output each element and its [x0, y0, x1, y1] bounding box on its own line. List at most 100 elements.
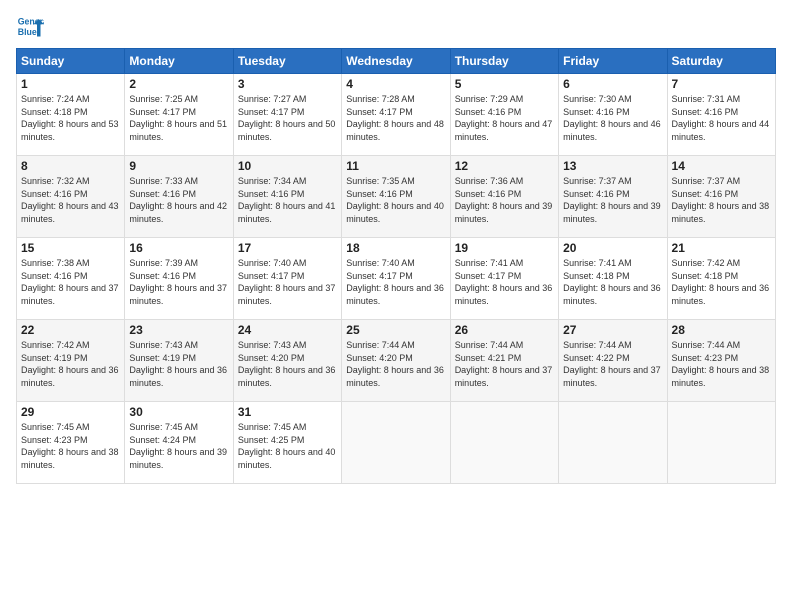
week-row-4: 22 Sunrise: 7:42 AMSunset: 4:19 PMDayligh…: [17, 320, 776, 402]
calendar-cell: 6 Sunrise: 7:30 AMSunset: 4:16 PMDaylight…: [559, 74, 667, 156]
calendar-cell: 29 Sunrise: 7:45 AMSunset: 4:23 PMDayligh…: [17, 402, 125, 484]
day-number: 23: [129, 323, 228, 337]
day-info: Sunrise: 7:37 AMSunset: 4:16 PMDaylight:…: [563, 175, 662, 225]
day-info: Sunrise: 7:42 AMSunset: 4:18 PMDaylight:…: [672, 257, 771, 307]
day-info: Sunrise: 7:38 AMSunset: 4:16 PMDaylight:…: [21, 257, 120, 307]
day-info: Sunrise: 7:33 AMSunset: 4:16 PMDaylight:…: [129, 175, 228, 225]
day-number: 26: [455, 323, 554, 337]
day-info: Sunrise: 7:45 AMSunset: 4:25 PMDaylight:…: [238, 421, 337, 471]
day-number: 7: [672, 77, 771, 91]
calendar-cell: 15 Sunrise: 7:38 AMSunset: 4:16 PMDayligh…: [17, 238, 125, 320]
day-info: Sunrise: 7:35 AMSunset: 4:16 PMDaylight:…: [346, 175, 445, 225]
day-info: Sunrise: 7:40 AMSunset: 4:17 PMDaylight:…: [238, 257, 337, 307]
calendar-cell: 20Sunrise: 7:41 AMSunset: 4:18 PMDayligh…: [559, 238, 667, 320]
day-number: 14: [672, 159, 771, 173]
day-number: 10: [238, 159, 337, 173]
week-row-1: 1 Sunrise: 7:24 AMSunset: 4:18 PMDaylight…: [17, 74, 776, 156]
week-row-3: 15 Sunrise: 7:38 AMSunset: 4:16 PMDayligh…: [17, 238, 776, 320]
day-number: 18: [346, 241, 445, 255]
day-number: 16: [129, 241, 228, 255]
calendar-cell: 1 Sunrise: 7:24 AMSunset: 4:18 PMDaylight…: [17, 74, 125, 156]
calendar-cell: 8 Sunrise: 7:32 AMSunset: 4:16 PMDaylight…: [17, 156, 125, 238]
calendar-cell: [667, 402, 775, 484]
day-info: Sunrise: 7:44 AMSunset: 4:22 PMDaylight:…: [563, 339, 662, 389]
day-info: Sunrise: 7:34 AMSunset: 4:16 PMDaylight:…: [238, 175, 337, 225]
calendar-cell: [559, 402, 667, 484]
calendar-body: 1 Sunrise: 7:24 AMSunset: 4:18 PMDaylight…: [17, 74, 776, 484]
day-number: 2: [129, 77, 228, 91]
day-number: 31: [238, 405, 337, 419]
weekday-header-tuesday: Tuesday: [233, 49, 341, 74]
week-row-2: 8 Sunrise: 7:32 AMSunset: 4:16 PMDaylight…: [17, 156, 776, 238]
day-number: 6: [563, 77, 662, 91]
logo-icon: General Blue: [16, 12, 44, 40]
day-info: Sunrise: 7:45 AMSunset: 4:24 PMDaylight:…: [129, 421, 228, 471]
day-info: Sunrise: 7:27 AMSunset: 4:17 PMDaylight:…: [238, 93, 337, 143]
calendar-cell: 19 Sunrise: 7:41 AMSunset: 4:17 PMDayligh…: [450, 238, 558, 320]
calendar-cell: 26 Sunrise: 7:44 AMSunset: 4:21 PMDayligh…: [450, 320, 558, 402]
calendar-cell: 24Sunrise: 7:43 AMSunset: 4:20 PMDayligh…: [233, 320, 341, 402]
calendar-cell: 12Sunrise: 7:36 AMSunset: 4:16 PMDayligh…: [450, 156, 558, 238]
calendar-cell: 23Sunrise: 7:43 AMSunset: 4:19 PMDayligh…: [125, 320, 233, 402]
day-number: 13: [563, 159, 662, 173]
day-info: Sunrise: 7:40 AMSunset: 4:17 PMDaylight:…: [346, 257, 445, 307]
day-info: Sunrise: 7:32 AMSunset: 4:16 PMDaylight:…: [21, 175, 120, 225]
weekday-header-saturday: Saturday: [667, 49, 775, 74]
calendar-cell: 11 Sunrise: 7:35 AMSunset: 4:16 PMDayligh…: [342, 156, 450, 238]
calendar-cell: 18 Sunrise: 7:40 AMSunset: 4:17 PMDayligh…: [342, 238, 450, 320]
day-number: 19: [455, 241, 554, 255]
day-info: Sunrise: 7:45 AMSunset: 4:23 PMDaylight:…: [21, 421, 120, 471]
day-number: 11: [346, 159, 445, 173]
day-number: 24: [238, 323, 337, 337]
day-number: 21: [672, 241, 771, 255]
day-number: 30: [129, 405, 228, 419]
calendar-cell: 21 Sunrise: 7:42 AMSunset: 4:18 PMDayligh…: [667, 238, 775, 320]
day-info: Sunrise: 7:44 AMSunset: 4:23 PMDaylight:…: [672, 339, 771, 389]
calendar-cell: 27 Sunrise: 7:44 AMSunset: 4:22 PMDayligh…: [559, 320, 667, 402]
day-number: 15: [21, 241, 120, 255]
logo: General Blue: [16, 12, 44, 40]
day-number: 29: [21, 405, 120, 419]
day-info: Sunrise: 7:36 AMSunset: 4:16 PMDaylight:…: [455, 175, 554, 225]
day-number: 8: [21, 159, 120, 173]
calendar-cell: 28 Sunrise: 7:44 AMSunset: 4:23 PMDayligh…: [667, 320, 775, 402]
calendar-cell: 16Sunrise: 7:39 AMSunset: 4:16 PMDayligh…: [125, 238, 233, 320]
day-info: Sunrise: 7:28 AMSunset: 4:17 PMDaylight:…: [346, 93, 445, 143]
weekday-header-sunday: Sunday: [17, 49, 125, 74]
day-number: 28: [672, 323, 771, 337]
day-info: Sunrise: 7:24 AMSunset: 4:18 PMDaylight:…: [21, 93, 120, 143]
calendar-cell: 9Sunrise: 7:33 AMSunset: 4:16 PMDaylight…: [125, 156, 233, 238]
day-info: Sunrise: 7:44 AMSunset: 4:20 PMDaylight:…: [346, 339, 445, 389]
day-number: 3: [238, 77, 337, 91]
weekday-header-friday: Friday: [559, 49, 667, 74]
day-info: Sunrise: 7:42 AMSunset: 4:19 PMDaylight:…: [21, 339, 120, 389]
day-number: 17: [238, 241, 337, 255]
day-info: Sunrise: 7:41 AMSunset: 4:17 PMDaylight:…: [455, 257, 554, 307]
day-info: Sunrise: 7:31 AMSunset: 4:16 PMDaylight:…: [672, 93, 771, 143]
calendar-cell: 3 Sunrise: 7:27 AMSunset: 4:17 PMDaylight…: [233, 74, 341, 156]
weekday-header-wednesday: Wednesday: [342, 49, 450, 74]
day-number: 1: [21, 77, 120, 91]
header: General Blue: [16, 12, 776, 40]
day-number: 25: [346, 323, 445, 337]
day-info: Sunrise: 7:25 AMSunset: 4:17 PMDaylight:…: [129, 93, 228, 143]
week-row-5: 29 Sunrise: 7:45 AMSunset: 4:23 PMDayligh…: [17, 402, 776, 484]
day-number: 22: [21, 323, 120, 337]
day-number: 4: [346, 77, 445, 91]
day-info: Sunrise: 7:37 AMSunset: 4:16 PMDaylight:…: [672, 175, 771, 225]
calendar-cell: 13 Sunrise: 7:37 AMSunset: 4:16 PMDayligh…: [559, 156, 667, 238]
calendar-cell: 14 Sunrise: 7:37 AMSunset: 4:16 PMDayligh…: [667, 156, 775, 238]
calendar-cell: 10 Sunrise: 7:34 AMSunset: 4:16 PMDayligh…: [233, 156, 341, 238]
day-info: Sunrise: 7:44 AMSunset: 4:21 PMDaylight:…: [455, 339, 554, 389]
day-number: 27: [563, 323, 662, 337]
day-info: Sunrise: 7:29 AMSunset: 4:16 PMDaylight:…: [455, 93, 554, 143]
calendar-cell: 17 Sunrise: 7:40 AMSunset: 4:17 PMDayligh…: [233, 238, 341, 320]
svg-text:Blue: Blue: [18, 27, 37, 37]
calendar-cell: 5Sunrise: 7:29 AMSunset: 4:16 PMDaylight…: [450, 74, 558, 156]
calendar-cell: 25 Sunrise: 7:44 AMSunset: 4:20 PMDayligh…: [342, 320, 450, 402]
day-info: Sunrise: 7:30 AMSunset: 4:16 PMDaylight:…: [563, 93, 662, 143]
weekday-header-thursday: Thursday: [450, 49, 558, 74]
calendar-table: SundayMondayTuesdayWednesdayThursdayFrid…: [16, 48, 776, 484]
weekday-header-row: SundayMondayTuesdayWednesdayThursdayFrid…: [17, 49, 776, 74]
day-number: 20: [563, 241, 662, 255]
